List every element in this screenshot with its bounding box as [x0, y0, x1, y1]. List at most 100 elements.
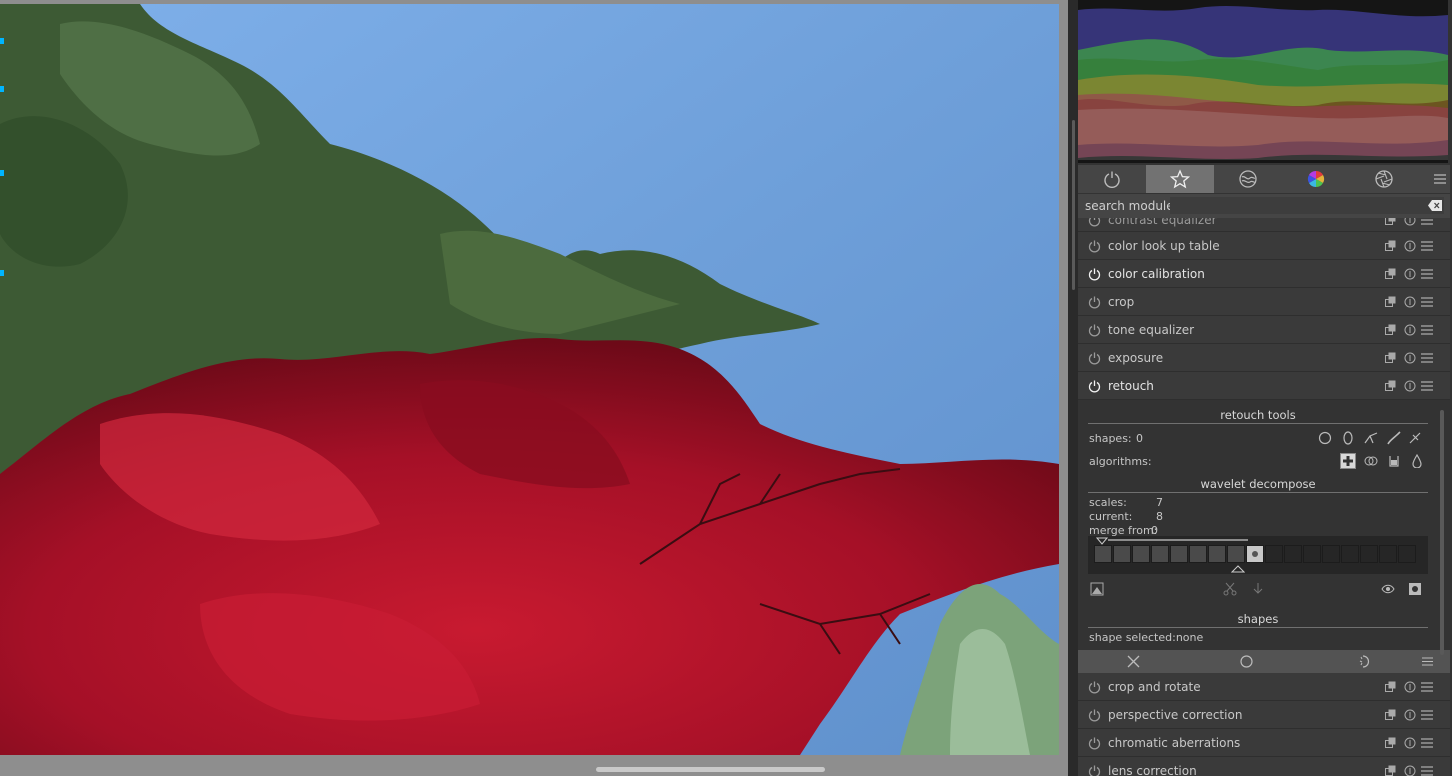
power-icon[interactable] [1088, 709, 1101, 722]
module-chromatic-aberrations[interactable]: chromatic aberrations [1078, 729, 1450, 757]
reset-icon[interactable] [1404, 324, 1416, 336]
horizontal-scrollbar[interactable] [596, 767, 825, 772]
tab-technical[interactable] [1214, 165, 1282, 193]
presets-menu-icon[interactable] [1421, 268, 1433, 280]
module-perspective-correction[interactable]: perspective correction [1078, 701, 1450, 729]
scale-cell[interactable] [1132, 545, 1150, 563]
current-scale-marker-icon[interactable] [1231, 565, 1245, 573]
multi-instance-icon[interactable] [1385, 681, 1397, 693]
power-icon[interactable] [1088, 296, 1101, 309]
scale-cell[interactable] [1227, 545, 1245, 563]
photo-canvas[interactable] [0, 4, 1059, 755]
tab-active-modules[interactable] [1078, 165, 1146, 193]
module-color-calibration[interactable]: color calibration [1078, 260, 1450, 288]
reset-icon[interactable] [1404, 765, 1416, 776]
reset-icon[interactable] [1404, 737, 1416, 749]
reset-icon[interactable] [1404, 218, 1416, 226]
module-list-scrollbar[interactable] [1440, 410, 1444, 655]
presets-menu-icon[interactable] [1421, 240, 1433, 252]
scale-cell[interactable] [1094, 545, 1112, 563]
multi-instance-icon[interactable] [1385, 380, 1397, 392]
presets-menu-icon[interactable] [1421, 737, 1433, 749]
reset-icon[interactable] [1404, 296, 1416, 308]
scale-cell[interactable] [1360, 545, 1378, 563]
scale-cell[interactable] [1398, 545, 1416, 563]
waveform-histogram[interactable] [1078, 0, 1448, 163]
scale-cell[interactable] [1303, 545, 1321, 563]
scale-cell[interactable] [1246, 545, 1264, 563]
presets-menu-icon[interactable] [1421, 709, 1433, 721]
panel-scrollbar[interactable] [1072, 120, 1075, 290]
show-shapes-icon[interactable] [1408, 431, 1422, 445]
reset-icon[interactable] [1404, 352, 1416, 364]
power-icon[interactable] [1088, 240, 1101, 253]
module-exposure[interactable]: exposure [1078, 344, 1450, 372]
power-icon[interactable] [1088, 324, 1101, 337]
clone-algorithm-icon[interactable] [1364, 454, 1378, 468]
tabs-menu-button[interactable] [1430, 165, 1450, 193]
presets-menu-icon[interactable] [1421, 380, 1433, 392]
raster-mask-icon[interactable] [1356, 655, 1370, 668]
close-icon[interactable] [1127, 655, 1140, 668]
multi-instance-icon[interactable] [1385, 296, 1397, 308]
tab-favorites[interactable] [1146, 165, 1214, 193]
module-crop[interactable]: crop [1078, 288, 1450, 316]
multi-instance-icon[interactable] [1385, 709, 1397, 721]
power-icon[interactable] [1088, 765, 1101, 776]
power-icon[interactable] [1088, 681, 1101, 694]
clear-search-icon[interactable] [1428, 200, 1442, 211]
module-crop-and-rotate[interactable]: crop and rotate [1078, 673, 1450, 701]
brush-shape-icon[interactable] [1387, 431, 1401, 445]
search-module-input[interactable] [1170, 197, 1444, 214]
reset-icon[interactable] [1404, 681, 1416, 693]
multi-instance-icon[interactable] [1385, 240, 1397, 252]
module-contrast-equalizer[interactable]: contrast equalizer [1078, 218, 1450, 232]
scale-cell[interactable] [1113, 545, 1131, 563]
presets-menu-icon[interactable] [1421, 218, 1433, 226]
paste-down-icon[interactable] [1251, 582, 1265, 596]
blur-algorithm-icon[interactable] [1410, 454, 1424, 468]
scale-cell[interactable] [1189, 545, 1207, 563]
multi-instance-icon[interactable] [1385, 218, 1397, 226]
reset-icon[interactable] [1404, 240, 1416, 252]
eye-icon[interactable] [1381, 582, 1395, 596]
tab-correct[interactable] [1350, 165, 1418, 193]
module-lens-correction[interactable]: lens correction [1078, 757, 1450, 776]
mask-display-icon[interactable] [1408, 582, 1422, 596]
scale-cell[interactable] [1322, 545, 1340, 563]
reset-icon[interactable] [1404, 709, 1416, 721]
scale-cell[interactable] [1170, 545, 1188, 563]
module-color-look-up-table[interactable]: color look up table [1078, 232, 1450, 260]
presets-menu-icon[interactable] [1421, 324, 1433, 336]
presets-menu-icon[interactable] [1421, 296, 1433, 308]
module-tone-equalizer[interactable]: tone equalizer [1078, 316, 1450, 344]
scale-cell[interactable] [1208, 545, 1226, 563]
multi-instance-icon[interactable] [1385, 737, 1397, 749]
multi-instance-icon[interactable] [1385, 268, 1397, 280]
display-wavelet-icon[interactable] [1090, 582, 1104, 596]
multi-instance-icon[interactable] [1385, 352, 1397, 364]
circle-shape-icon[interactable] [1318, 431, 1332, 445]
circle-mask-icon[interactable] [1240, 655, 1253, 668]
scale-cell[interactable] [1284, 545, 1302, 563]
heal-algorithm-icon[interactable] [1340, 453, 1356, 469]
power-icon[interactable] [1088, 218, 1101, 227]
multi-instance-icon[interactable] [1385, 765, 1397, 776]
hamburger-icon[interactable] [1422, 657, 1433, 666]
scale-cell[interactable] [1341, 545, 1359, 563]
module-retouch[interactable]: retouch [1078, 372, 1450, 400]
scale-cell[interactable] [1265, 545, 1283, 563]
scale-cell[interactable] [1151, 545, 1169, 563]
presets-menu-icon[interactable] [1421, 352, 1433, 364]
scale-cell[interactable] [1379, 545, 1397, 563]
power-icon[interactable] [1088, 268, 1101, 281]
power-icon[interactable] [1088, 352, 1101, 365]
path-shape-icon[interactable] [1364, 431, 1378, 445]
reset-icon[interactable] [1404, 268, 1416, 280]
presets-menu-icon[interactable] [1421, 765, 1433, 776]
tab-color[interactable] [1282, 165, 1350, 193]
reset-icon[interactable] [1404, 380, 1416, 392]
presets-menu-icon[interactable] [1421, 681, 1433, 693]
merge-from-marker-icon[interactable] [1096, 537, 1108, 545]
fill-algorithm-icon[interactable] [1387, 454, 1401, 468]
